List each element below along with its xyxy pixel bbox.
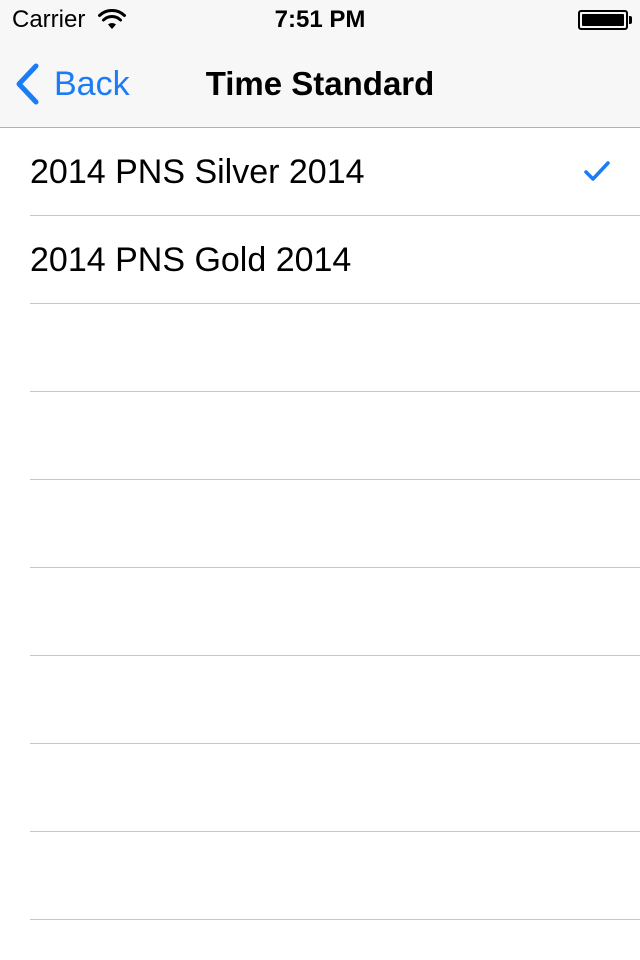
status-bar: Carrier 7:51 PM xyxy=(0,0,640,40)
status-time: 7:51 PM xyxy=(274,6,366,33)
list-item-silver[interactable]: 2014 PNS Silver 2014 xyxy=(30,128,640,216)
empty-row xyxy=(30,480,640,568)
navigation-bar: Back Time Standard xyxy=(0,40,640,128)
empty-row xyxy=(30,832,640,920)
time-standard-list: 2014 PNS Silver 2014 2014 PNS Gold 2014 xyxy=(0,128,640,920)
screen: Carrier 7:51 PM Back Time Standard 2014 … xyxy=(0,0,640,960)
battery-fill xyxy=(582,14,624,26)
battery-icon xyxy=(578,10,628,30)
checkmark-icon xyxy=(584,161,610,181)
list-item-label: 2014 PNS Gold 2014 xyxy=(30,241,352,279)
page-title: Time Standard xyxy=(205,65,435,102)
battery-tip xyxy=(629,16,632,24)
list-item-gold[interactable]: 2014 PNS Gold 2014 xyxy=(30,216,640,304)
top-chrome: Carrier 7:51 PM Back Time Standard xyxy=(0,0,640,128)
list-item-label: 2014 PNS Silver 2014 xyxy=(30,153,365,191)
empty-row xyxy=(30,304,640,392)
empty-row xyxy=(30,392,640,480)
empty-row xyxy=(30,568,640,656)
empty-row xyxy=(30,656,640,744)
empty-row xyxy=(30,744,640,832)
